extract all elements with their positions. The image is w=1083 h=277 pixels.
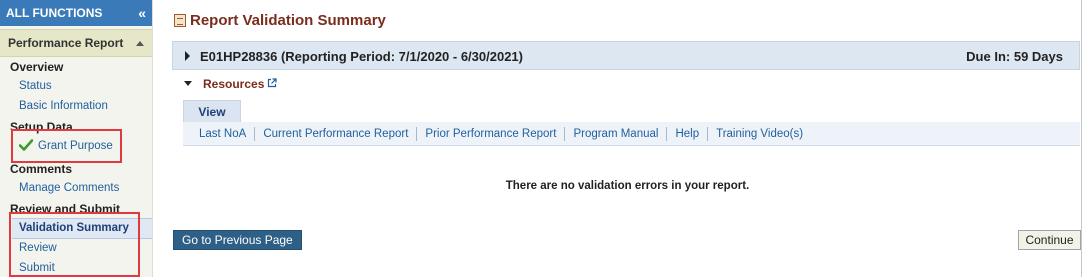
resources-label[interactable]: Resources <box>203 77 264 91</box>
resources-link-bar: Last NoA Current Performance Report Prio… <box>183 122 1080 146</box>
report-icon <box>174 14 186 27</box>
external-link-icon[interactable] <box>267 78 277 88</box>
tab-view[interactable]: View <box>183 100 241 122</box>
link-divider <box>564 126 566 141</box>
sidebar-item-basic-information[interactable]: Basic Information <box>19 100 108 112</box>
sidebar-section-performance-report[interactable]: Performance Report <box>0 29 152 57</box>
highlight-box-validation-review-submit <box>9 212 140 277</box>
sidebar-group-comments: Comments <box>10 162 73 176</box>
page-title: Report Validation Summary <box>172 10 386 32</box>
link-last-noa[interactable]: Last NoA <box>199 128 246 140</box>
validation-message: There are no validation errors in your r… <box>505 180 750 192</box>
link-divider <box>666 126 668 141</box>
previous-page-button[interactable]: Go to Previous Page <box>173 230 302 250</box>
sidebar-item-status[interactable]: Status <box>19 80 52 92</box>
grant-header-bar[interactable]: E01HP28836 (Reporting Period: 7/1/2020 -… <box>172 41 1080 70</box>
expand-arrow-icon[interactable] <box>185 51 190 61</box>
link-prior-performance-report[interactable]: Prior Performance Report <box>425 128 556 140</box>
sidebar-section-label: Performance Report <box>8 36 124 50</box>
sidebar-item-manage-comments[interactable]: Manage Comments <box>19 182 119 194</box>
sidebar-header: ALL FUNCTIONS « <box>0 0 152 26</box>
link-training-videos[interactable]: Training Video(s) <box>716 128 803 140</box>
sidebar-header-label: ALL FUNCTIONS <box>6 6 103 20</box>
due-in-label: Due In: 59 Days <box>966 49 1063 64</box>
link-divider <box>416 126 418 141</box>
highlight-box-grant-purpose <box>11 129 122 163</box>
sidebar-group-overview: Overview <box>10 60 64 74</box>
collapse-icon[interactable]: « <box>138 0 146 26</box>
grant-title: E01HP28836 (Reporting Period: 7/1/2020 -… <box>200 49 523 64</box>
caret-up-icon <box>136 41 144 46</box>
collapse-arrow-icon[interactable] <box>184 81 192 86</box>
link-program-manual[interactable]: Program Manual <box>573 128 658 140</box>
continue-button[interactable]: Continue <box>1018 230 1081 250</box>
link-current-performance-report[interactable]: Current Performance Report <box>263 128 408 140</box>
page-title-text: Report Validation Summary <box>190 12 386 29</box>
link-divider <box>707 126 709 141</box>
page-border <box>1081 0 1082 277</box>
link-help[interactable]: Help <box>675 128 699 140</box>
link-divider <box>254 126 256 141</box>
main-content: Report Validation Summary E01HP28836 (Re… <box>172 0 1083 277</box>
resources-tabstrip: View <box>183 100 1080 123</box>
